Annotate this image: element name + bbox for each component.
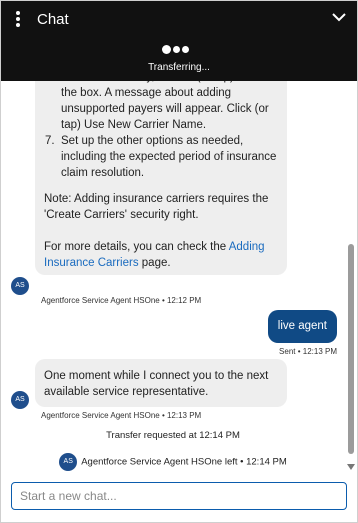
transfer-notice: Transfer requested at 12:14 PM [106,430,240,441]
transfer-status: Transferring... [148,62,210,73]
list-item: 7. Set up the other options as needed, in… [35,133,277,181]
details-suffix: page. [138,257,171,269]
scroll-down-arrow-icon[interactable] [347,464,355,470]
avatar: AS [11,277,29,295]
step-number: 6. [45,81,55,85]
new-chat-input[interactable] [12,483,346,509]
message-meta: Agentforce Service Agent HSOne • 12:12 P… [41,296,202,305]
chat-header: Chat Transferring... [1,1,357,81]
scrollbar[interactable] [345,81,357,476]
step-number: 7. [45,135,55,147]
more-options-icon[interactable] [15,11,21,27]
step-text: Set up the other options as needed, incl… [61,135,277,179]
message-meta: Agentforce Service Agent HSOne • 12:13 P… [41,411,202,420]
agent-left-text: Agentforce Service Agent HSOne left • 12… [81,456,287,468]
typing-indicator-icon [162,41,196,54]
security-note: Note: Adding insurance carriers requires… [44,193,269,221]
step-text: Press the Tab key, or click (or tap) out… [61,81,274,131]
user-message-meta: Sent • 12:13 PM [279,347,337,356]
details-paragraph: For more details, you can check the Addi… [35,239,287,271]
message-list: 6. Press the Tab key, or click (or tap) o… [1,81,357,476]
chevron-down-icon[interactable] [331,9,347,25]
user-message-bubble: live agent [267,310,337,343]
avatar: AS [11,391,29,409]
agent-message-bubble: 6. Press the Tab key, or click (or tap) o… [35,81,287,275]
instruction-list: 6. Press the Tab key, or click (or tap) o… [35,81,287,181]
new-chat-field[interactable] [11,482,347,510]
avatar: AS [59,453,78,471]
scrollbar-thumb[interactable] [348,244,354,454]
agent-left-notice: AS Agentforce Service Agent HSOne left • … [1,453,345,471]
details-prefix: For more details, you can check the [44,241,229,253]
chat-window: Chat Transferring... 6. Press the Tab key… [0,0,358,523]
agent-message-bubble: One moment while I connect you to the ne… [35,359,287,407]
list-item: 6. Press the Tab key, or click (or tap) o… [35,81,277,133]
chat-title: Chat [37,11,69,28]
